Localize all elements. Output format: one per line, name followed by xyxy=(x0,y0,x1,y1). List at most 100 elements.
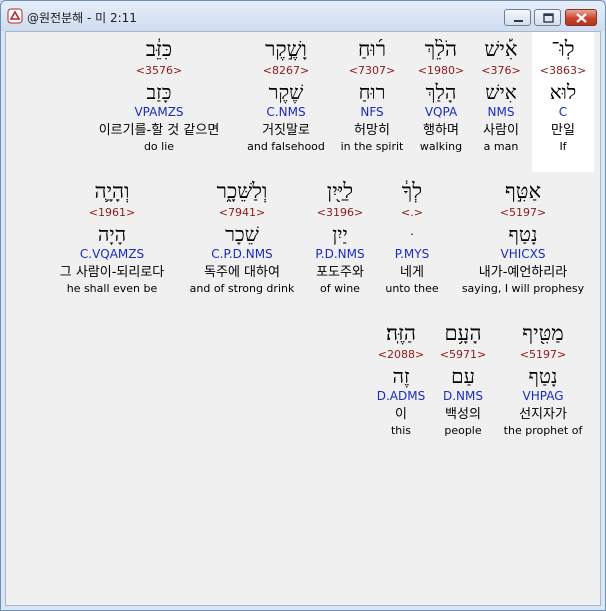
english-gloss: saying, I will prophesy xyxy=(461,282,585,295)
word-cell[interactable]: הָעָ֥ם <5971> עַם D.NMS 백성의 people xyxy=(434,320,492,438)
english-gloss: do lie xyxy=(143,140,175,153)
word-cell[interactable]: לַיַּ֖יִן <3196> יַיִן P.D.NMS 포도주와 of w… xyxy=(304,178,376,296)
english-gloss: of wine xyxy=(320,282,360,295)
morphology-code: C.P.D.NMS xyxy=(211,247,273,261)
english-gloss: If xyxy=(559,140,567,153)
english-gloss: the prophet of xyxy=(503,424,583,437)
hebrew-lemma: זֶה xyxy=(392,364,410,388)
morphology-code: C xyxy=(558,105,568,119)
word-cell[interactable]: ר֜וּחַ <7307> רוּחַ NFS 허망히 in the spiri… xyxy=(336,36,408,154)
close-button[interactable] xyxy=(565,9,597,26)
word-cell[interactable]: הֹלֵ֨ךְ <1980> הָלַךְ VQPA 행하며 walking xyxy=(412,36,470,154)
hebrew-word: הֹלֵ֨ךְ xyxy=(424,37,458,61)
hebrew-word: מַטִּ֖יף xyxy=(522,321,564,345)
morphology-code: C.NMS xyxy=(266,105,306,119)
hebrew-lemma: ּ xyxy=(382,221,442,247)
english-gloss: in the spirit xyxy=(340,140,404,153)
strong-number[interactable]: <1980> xyxy=(412,63,470,78)
morphology-code: P.D.NMS xyxy=(315,247,365,261)
hebrew-lemma: שֶׁקֶר xyxy=(268,80,304,104)
hebrew-word: וְלַשֵּׁכָ֑ר xyxy=(216,179,268,203)
hebrew-lemma: הָלַךְ xyxy=(425,80,457,104)
strong-number[interactable]: <7941> xyxy=(184,205,300,220)
word-cell[interactable]: לְךָ֔ <.> ּ P.MYS 네게 unto thee xyxy=(382,178,442,296)
maximize-icon xyxy=(543,13,554,23)
morphology-code: NMS xyxy=(487,105,515,119)
morphology-code: VPAMZS xyxy=(134,105,184,119)
word-cell[interactable]: וָשֶׁ֣קֶר <8267> שֶׁקֶר C.NMS 거짓말로 and f… xyxy=(244,36,328,154)
korean-gloss: 행하며 xyxy=(423,123,459,138)
korean-gloss: 거짓말로 xyxy=(262,123,310,138)
maximize-button[interactable] xyxy=(534,9,561,26)
word-cell[interactable]: וְלַשֵּׁכָ֑ר <7941> שֵׁכָר C.P.D.NMS 독주에… xyxy=(184,178,300,296)
strong-number[interactable]: <1961> xyxy=(44,205,180,220)
hebrew-lemma: לוּא xyxy=(549,80,577,104)
english-gloss: he shall even be xyxy=(66,282,158,295)
hebrew-word: לֽוּ־ xyxy=(551,37,575,61)
hebrew-lemma: נָטַף xyxy=(528,364,558,388)
hebrew-word: וָשֶׁ֣קֶר xyxy=(265,37,307,61)
english-gloss: and falsehood xyxy=(247,140,325,153)
korean-gloss: 백성의 xyxy=(445,407,481,422)
hebrew-word: אִ֡ישׁ xyxy=(484,37,518,61)
morphology-code: VQPA xyxy=(424,105,458,119)
korean-gloss: 독주에 대하여 xyxy=(204,265,280,280)
english-gloss: and of strong drink xyxy=(189,282,295,295)
hebrew-word: לְךָ֔ xyxy=(401,179,423,203)
strong-number[interactable]: <8267> xyxy=(244,63,328,78)
hebrew-lemma: כָּזַב xyxy=(146,80,172,104)
korean-gloss: 사람이 xyxy=(483,123,519,138)
app-icon xyxy=(7,8,23,24)
word-cell[interactable]: מַטִּ֖יף <5197> נָטַף VHPAG 선지자가 the pro… xyxy=(496,320,590,438)
hebrew-lemma: אִישׁ xyxy=(485,80,517,104)
app-window: @원전분해 - 미 2:11 לֽוּ־ <3863> לוּא C 만일 If… xyxy=(0,0,606,611)
english-gloss: unto thee xyxy=(385,282,439,295)
english-gloss: walking xyxy=(419,140,463,153)
strong-number[interactable]: <3576> xyxy=(82,63,236,78)
strong-number[interactable]: <2088> xyxy=(372,347,430,362)
korean-gloss: 선지자가 xyxy=(519,407,567,422)
strong-number[interactable]: <7307> xyxy=(336,63,408,78)
morphology-code: VHPAG xyxy=(522,389,564,403)
hebrew-word: לַיַּ֖יִן xyxy=(326,179,354,203)
korean-gloss: 그 사람이-되리로다 xyxy=(59,265,165,280)
morphology-code: D.NMS xyxy=(442,389,483,403)
window-title: @원전분해 - 미 2:11 xyxy=(27,11,137,25)
word-cell[interactable]: וְהָיָ֛ה <1961> הָיָה C.VQAMZS 그 사람이-되리로… xyxy=(44,178,180,296)
korean-gloss: 만일 xyxy=(551,123,575,138)
word-cell[interactable]: אַטִּ֣ף <5197> נָטַף VHICXS 내가-예언하리라 say… xyxy=(458,178,588,296)
morphology-code: NFS xyxy=(360,105,384,119)
hebrew-lemma: רוּחַ xyxy=(358,80,386,104)
hebrew-lemma: הָיָה xyxy=(97,222,127,246)
korean-gloss: 허망히 xyxy=(354,123,390,138)
hebrew-lemma: עַם xyxy=(451,364,475,388)
strong-number[interactable]: <5971> xyxy=(434,347,492,362)
strong-number[interactable]: <5197> xyxy=(458,205,588,220)
minimize-icon xyxy=(514,20,523,22)
hebrew-lemma: שֵׁכָר xyxy=(225,222,259,246)
interlinear-panel[interactable]: לֽוּ־ <3863> לוּא C 만일 If אִ֡ישׁ <376> א… xyxy=(5,31,601,606)
strong-number[interactable]: <3863> xyxy=(532,63,594,78)
close-icon xyxy=(576,13,587,23)
english-gloss: people xyxy=(444,424,482,437)
korean-gloss: 포도주와 xyxy=(316,265,364,280)
strong-number[interactable]: <3196> xyxy=(304,205,376,220)
hebrew-word: ר֜וּחַ xyxy=(357,37,387,61)
korean-gloss: 네게 xyxy=(400,265,424,280)
hebrew-word: הָעָ֥ם xyxy=(444,321,482,345)
strong-number[interactable]: <376> xyxy=(476,63,526,78)
word-cell[interactable]: לֽוּ־ <3863> לוּא C 만일 If xyxy=(532,36,594,154)
korean-gloss: 내가-예언하리라 xyxy=(478,265,568,280)
title-bar[interactable]: @원전분해 - 미 2:11 xyxy=(1,1,605,31)
hebrew-word: אַטִּ֣ף xyxy=(504,179,542,203)
strong-number[interactable]: <5197> xyxy=(496,347,590,362)
minimize-button[interactable] xyxy=(504,9,531,26)
hebrew-lemma: נָטַף xyxy=(508,222,538,246)
strong-number[interactable]: <.> xyxy=(382,205,442,220)
word-cell[interactable]: כִּזֵּ֔ב <3576> כָּזַב VPAMZS 이르기를-할 것 같… xyxy=(82,36,236,154)
word-cell[interactable]: הַזֶּֽה׃ <2088> זֶה D.ADMS 이 this xyxy=(372,320,430,438)
word-cell[interactable]: אִ֡ישׁ <376> אִישׁ NMS 사람이 a man xyxy=(476,36,526,154)
hebrew-word: וְהָיָ֛ה xyxy=(94,179,130,203)
morphology-code: C.VQAMZS xyxy=(79,247,145,261)
english-gloss: a man xyxy=(483,140,519,153)
